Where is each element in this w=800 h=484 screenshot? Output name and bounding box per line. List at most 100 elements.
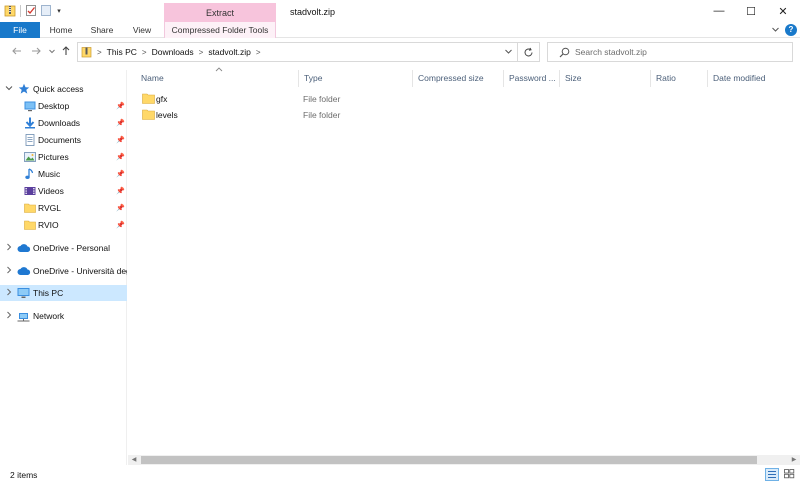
music-icon: [24, 168, 36, 180]
contextual-tab-group: Extract: [164, 3, 276, 22]
chevron-right-icon[interactable]: [5, 243, 13, 253]
pin-icon: 📌: [116, 103, 125, 110]
column-header-password[interactable]: Password ...: [504, 70, 560, 87]
help-button[interactable]: ?: [785, 24, 797, 36]
window-title: stadvolt.zip: [290, 7, 336, 17]
nav-item-documents[interactable]: Documents 📌: [0, 132, 127, 148]
column-header-compressed-size[interactable]: Compressed size: [413, 70, 504, 87]
tab-view[interactable]: View: [127, 22, 157, 38]
nav-item-onedrive-university[interactable]: OneDrive - Università deg: [0, 263, 127, 279]
nav-label: RVIO: [38, 220, 59, 230]
pin-icon: 📌: [116, 120, 125, 127]
folder-icon: [24, 219, 36, 231]
details-view-button[interactable]: [765, 468, 779, 481]
status-bar: 2 items: [0, 465, 800, 484]
horizontal-scrollbar[interactable]: ◀ ▶: [128, 455, 800, 465]
chevron-down-icon[interactable]: [771, 25, 780, 36]
nav-label: Pictures: [38, 152, 69, 162]
search-box[interactable]: [547, 42, 793, 62]
qat-separator: [20, 4, 21, 17]
nav-item-music[interactable]: Music 📌: [0, 166, 127, 182]
nav-item-rvio[interactable]: RVIO 📌: [0, 217, 127, 233]
nav-item-network[interactable]: Network: [0, 308, 127, 324]
file-list-view: Name Type Compressed size Password ... S…: [128, 67, 800, 455]
ribbon-tabs: File Home Share View Compressed Folder T…: [0, 22, 800, 38]
nav-item-desktop[interactable]: Desktop 📌: [0, 98, 127, 114]
nav-item-quick-access[interactable]: Quick access: [0, 81, 127, 97]
tab-share[interactable]: Share: [87, 22, 117, 38]
nav-item-this-pc[interactable]: This PC: [0, 285, 127, 301]
nav-label: Videos: [38, 186, 64, 196]
search-icon: [559, 47, 570, 60]
breadcrumb-this-pc[interactable]: This PC: [107, 47, 137, 57]
nav-item-rvgl[interactable]: RVGL 📌: [0, 200, 127, 216]
star-icon: [18, 83, 30, 95]
cloud-icon: [17, 243, 31, 255]
desktop-icon: [24, 100, 36, 112]
folder-icon: [24, 202, 36, 214]
extract-label: Extract: [205, 8, 234, 18]
nav-label: This PC: [33, 288, 64, 298]
close-button[interactable]: ✕: [766, 0, 800, 22]
nav-label: OneDrive - Università deg: [33, 266, 127, 276]
nav-label: Quick access: [33, 84, 84, 94]
address-bar[interactable]: > This PC > Downloads > stadvolt.zip >: [77, 42, 518, 62]
tab-file[interactable]: File: [0, 22, 40, 38]
nav-label: Documents: [38, 135, 81, 145]
chevron-right-icon[interactable]: [5, 311, 13, 321]
back-arrow-icon[interactable]: [10, 45, 24, 59]
chevron-right-icon[interactable]: [5, 288, 13, 298]
zip-folder-icon: [4, 4, 16, 17]
nav-label: Network: [33, 311, 65, 321]
address-history-chevron-icon[interactable]: [504, 47, 513, 58]
nav-label: Desktop: [38, 101, 70, 111]
folder-icon: [142, 93, 155, 104]
breadcrumb-separator[interactable]: >: [199, 48, 204, 57]
nav-label: Downloads: [38, 118, 81, 128]
list-item[interactable]: gfx File folder: [136, 91, 356, 107]
breadcrumb-stadvolt-zip[interactable]: stadvolt.zip: [208, 47, 251, 57]
column-header-date-modified[interactable]: Date modified: [708, 70, 798, 87]
nav-item-pictures[interactable]: Pictures 📌: [0, 149, 127, 165]
pictures-icon: [24, 151, 36, 163]
column-header-ratio[interactable]: Ratio: [651, 70, 708, 87]
column-header-type[interactable]: Type: [299, 70, 413, 87]
scrollbar-thumb[interactable]: [141, 456, 757, 464]
network-icon: [17, 310, 30, 322]
large-icons-view-icon: [784, 469, 795, 479]
up-arrow-icon[interactable]: [59, 45, 73, 59]
tab-compressed-folder-tools[interactable]: Compressed Folder Tools: [164, 22, 276, 38]
customize-qat-icon[interactable]: ▾: [55, 7, 63, 15]
new-folder-icon[interactable]: [40, 4, 52, 17]
title-bar: ▾ Extract stadvolt.zip — ☐ ✕: [0, 0, 800, 22]
list-item[interactable]: levels File folder: [136, 107, 356, 123]
zip-folder-icon: [81, 46, 92, 58]
column-header-size[interactable]: Size: [560, 70, 651, 87]
large-icons-view-button[interactable]: [783, 468, 797, 481]
breadcrumb-separator[interactable]: >: [142, 48, 147, 57]
file-type: File folder: [303, 94, 341, 104]
nav-item-videos[interactable]: Videos 📌: [0, 183, 127, 199]
forward-arrow-icon[interactable]: [29, 45, 43, 59]
computer-icon: [17, 287, 30, 299]
pin-icon: 📌: [116, 137, 125, 144]
breadcrumb-separator[interactable]: >: [256, 48, 261, 57]
recent-locations-icon[interactable]: [45, 45, 59, 59]
scroll-right-icon[interactable]: ▶: [788, 455, 800, 465]
minimize-button[interactable]: —: [702, 0, 736, 22]
pin-icon: 📌: [116, 188, 125, 195]
navigation-pane: Quick access Desktop 📌 Downloads 📌 Docum…: [0, 70, 127, 465]
scroll-left-icon[interactable]: ◀: [128, 455, 140, 465]
search-input[interactable]: [575, 45, 785, 59]
chevron-right-icon[interactable]: [5, 266, 13, 276]
column-header-name[interactable]: Name: [136, 70, 299, 87]
properties-icon[interactable]: [25, 4, 37, 17]
maximize-button[interactable]: ☐: [734, 0, 768, 22]
breadcrumb: > This PC > Downloads > stadvolt.zip >: [78, 43, 261, 61]
breadcrumb-downloads[interactable]: Downloads: [152, 47, 194, 57]
chevron-down-icon[interactable]: [5, 84, 13, 94]
refresh-button[interactable]: [518, 42, 540, 62]
tab-home[interactable]: Home: [46, 22, 76, 38]
nav-item-downloads[interactable]: Downloads 📌: [0, 115, 127, 131]
nav-item-onedrive-personal[interactable]: OneDrive - Personal: [0, 240, 127, 256]
